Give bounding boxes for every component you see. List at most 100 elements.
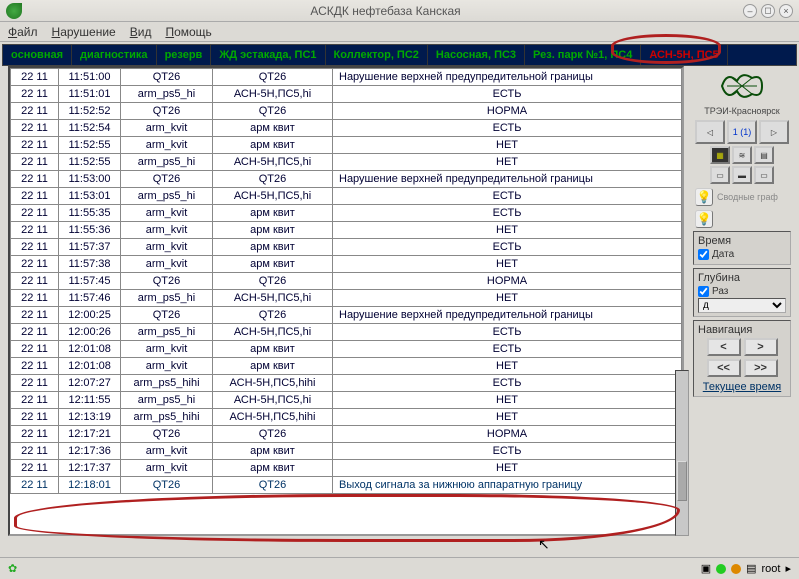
cell: 22 11 bbox=[11, 443, 59, 460]
tool-button-3[interactable]: ▤ bbox=[754, 146, 774, 164]
cell: arm_kvit bbox=[121, 205, 213, 222]
cell: 11:57:46 bbox=[59, 290, 121, 307]
close-button[interactable]: × bbox=[779, 4, 793, 18]
menu-help[interactable]: Помощь bbox=[165, 25, 211, 39]
raz-checkbox[interactable]: Раз bbox=[698, 286, 786, 297]
menu-view[interactable]: Вид bbox=[130, 25, 152, 39]
table-row[interactable]: 22 1112:13:19arm_ps5_hihiАСН-5Н,ПС5,hihi… bbox=[11, 409, 682, 426]
table-row[interactable]: 22 1111:52:55arm_ps5_hiАСН-5Н,ПС5,hiНЕТ bbox=[11, 154, 682, 171]
cell: arm_kvit bbox=[121, 120, 213, 137]
bulb-icon-2[interactable]: 💡 bbox=[695, 210, 713, 228]
cell: arm_ps5_hihi bbox=[121, 375, 213, 392]
bulb-icon[interactable]: 💡 bbox=[695, 188, 713, 206]
table-row[interactable]: 22 1112:01:08arm_kvitарм квитЕСТЬ bbox=[11, 341, 682, 358]
cell: арм квит bbox=[213, 137, 333, 154]
table-row[interactable]: 22 1112:17:37arm_kvitарм квитНЕТ bbox=[11, 460, 682, 477]
menu-violation[interactable]: Нарушение bbox=[52, 25, 116, 39]
sidebar-scrollbar[interactable] bbox=[675, 370, 689, 536]
tool-button-1[interactable]: ▦ bbox=[710, 146, 730, 164]
table-row[interactable]: 22 1112:17:36arm_kvitарм квитЕСТЬ bbox=[11, 443, 682, 460]
nav-rewind-button[interactable]: << bbox=[707, 359, 741, 377]
time-header: Время bbox=[698, 235, 786, 247]
tool-button-4[interactable]: ▭ bbox=[710, 166, 730, 184]
table-row[interactable]: 22 1111:57:46arm_ps5_hiАСН-5Н,ПС5,hiНЕТ bbox=[11, 290, 682, 307]
table-row[interactable]: 22 1112:18:01QT26QT26Выход сигнала за ни… bbox=[11, 477, 682, 494]
table-row[interactable]: 22 1111:53:00QT26QT26Нарушение верхней п… bbox=[11, 171, 682, 188]
cell: 22 11 bbox=[11, 392, 59, 409]
cell: 22 11 bbox=[11, 426, 59, 443]
maximize-button[interactable]: ◻ bbox=[761, 4, 775, 18]
cell: 22 11 bbox=[11, 341, 59, 358]
table-row[interactable]: 22 1112:11:55arm_ps5_hiАСН-5Н,ПС5,hiНЕТ bbox=[11, 392, 682, 409]
date-checkbox[interactable]: Дата bbox=[698, 249, 786, 260]
cell: 12:17:37 bbox=[59, 460, 121, 477]
nav-forward-button[interactable]: >> bbox=[744, 359, 778, 377]
status-dot-orange bbox=[731, 564, 741, 574]
table-row[interactable]: 22 1111:57:37arm_kvitарм квитЕСТЬ bbox=[11, 239, 682, 256]
minimize-button[interactable]: – bbox=[743, 4, 757, 18]
tab-2[interactable]: резерв bbox=[157, 45, 212, 65]
table-row[interactable]: 22 1111:51:01arm_ps5_hiАСН-5Н,ПС5,hiЕСТЬ bbox=[11, 86, 682, 103]
depth-panel: Глубина Раз д bbox=[693, 268, 791, 317]
table-row[interactable]: 22 1111:55:36arm_kvitарм квитНЕТ bbox=[11, 222, 682, 239]
cell: 22 11 bbox=[11, 103, 59, 120]
table-row[interactable]: 22 1112:07:27arm_ps5_hihiАСН-5Н,ПС5,hihi… bbox=[11, 375, 682, 392]
cell: ЕСТЬ bbox=[333, 375, 682, 392]
svod-label: Сводные граф bbox=[717, 192, 778, 202]
current-time-link[interactable]: Текущее время bbox=[698, 381, 786, 393]
cell: 11:52:55 bbox=[59, 154, 121, 171]
tab-3[interactable]: ЖД эстакада, ПС1 bbox=[211, 45, 325, 65]
cell: ЕСТЬ bbox=[333, 120, 682, 137]
cell: 12:17:21 bbox=[59, 426, 121, 443]
tab-0[interactable]: основная bbox=[3, 45, 72, 65]
nav-next-button[interactable]: > bbox=[744, 338, 778, 356]
nav-header: Навигация bbox=[698, 324, 786, 336]
tool-button-2[interactable]: ≋ bbox=[732, 146, 752, 164]
cell: 11:55:36 bbox=[59, 222, 121, 239]
tab-5[interactable]: Насосная, ПС3 bbox=[428, 45, 525, 65]
cell: арм квит bbox=[213, 205, 333, 222]
tab-7[interactable]: АСН-5Н, ПС5 bbox=[641, 45, 727, 65]
cell: АСН-5Н,ПС5,hi bbox=[213, 392, 333, 409]
cell: НЕТ bbox=[333, 290, 682, 307]
cell: 12:00:26 bbox=[59, 324, 121, 341]
tray-icon-2[interactable]: ▤ bbox=[746, 562, 756, 575]
table-row[interactable]: 22 1111:52:52QT26QT26НОРМА bbox=[11, 103, 682, 120]
cell: ЕСТЬ bbox=[333, 443, 682, 460]
table-row[interactable]: 22 1111:55:35arm_kvitарм квитЕСТЬ bbox=[11, 205, 682, 222]
tool-button-5[interactable]: ▬ bbox=[732, 166, 752, 184]
table-row[interactable]: 22 1112:01:08arm_kvitарм квитНЕТ bbox=[11, 358, 682, 375]
table-row[interactable]: 22 1112:00:25QT26QT26Нарушение верхней п… bbox=[11, 307, 682, 324]
nav-prev-button[interactable]: < bbox=[707, 338, 741, 356]
cell: QT26 bbox=[121, 477, 213, 494]
taskbar-leaf-icon[interactable]: ✿ bbox=[8, 562, 17, 575]
table-row[interactable]: 22 1111:52:55arm_kvitарм квитНЕТ bbox=[11, 137, 682, 154]
table-row[interactable]: 22 1112:17:21QT26QT26НОРМА bbox=[11, 426, 682, 443]
tab-6[interactable]: Рез. парк №1, ПС4 bbox=[525, 45, 641, 65]
table-row[interactable]: 22 1111:57:38arm_kvitарм квитНЕТ bbox=[11, 256, 682, 273]
cell: НОРМА bbox=[333, 103, 682, 120]
cell: 22 11 bbox=[11, 154, 59, 171]
tab-4[interactable]: Коллектор, ПС2 bbox=[326, 45, 428, 65]
tray-icon-1[interactable]: ▣ bbox=[701, 562, 711, 575]
nav-first-button[interactable]: ◁ bbox=[695, 120, 725, 144]
pager-label: 1 (1) bbox=[727, 120, 757, 144]
taskbar-expand-icon[interactable]: ▸ bbox=[785, 562, 791, 575]
app-icon bbox=[6, 3, 22, 19]
cell: arm_kvit bbox=[121, 460, 213, 477]
cell: АСН-5Н,ПС5,hi bbox=[213, 188, 333, 205]
depth-select[interactable]: д bbox=[698, 298, 786, 313]
menubar: Файл Нарушение Вид Помощь bbox=[0, 22, 799, 42]
table-row[interactable]: 22 1111:57:45QT26QT26НОРМА bbox=[11, 273, 682, 290]
table-row[interactable]: 22 1111:52:54arm_kvitарм квитЕСТЬ bbox=[11, 120, 682, 137]
cell: арм квит bbox=[213, 341, 333, 358]
tool-button-6[interactable]: ▭ bbox=[754, 166, 774, 184]
cell: arm_kvit bbox=[121, 341, 213, 358]
table-row[interactable]: 22 1111:51:00QT26QT26Нарушение верхней п… bbox=[11, 69, 682, 86]
table-row[interactable]: 22 1111:53:01arm_ps5_hiАСН-5Н,ПС5,hiЕСТЬ bbox=[11, 188, 682, 205]
table-row[interactable]: 22 1112:00:26arm_ps5_hiАСН-5Н,ПС5,hiЕСТЬ bbox=[11, 324, 682, 341]
nav-last-button[interactable]: ▷ bbox=[759, 120, 789, 144]
cell: НЕТ bbox=[333, 222, 682, 239]
tab-1[interactable]: диагностика bbox=[72, 45, 157, 65]
menu-file[interactable]: Файл bbox=[8, 25, 38, 39]
